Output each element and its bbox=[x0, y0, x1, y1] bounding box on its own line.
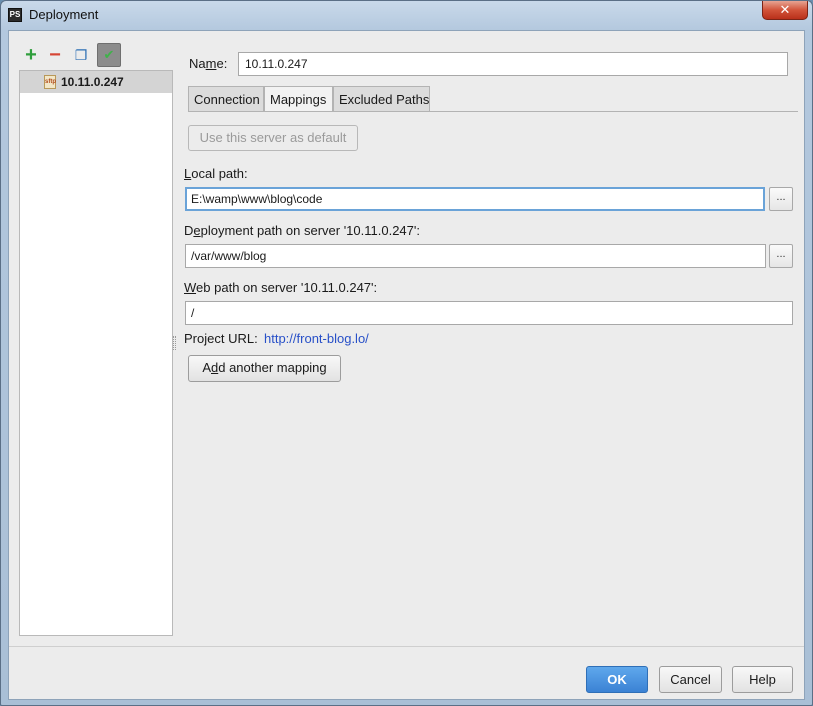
cancel-button[interactable]: Cancel bbox=[659, 666, 722, 693]
add-mapping-button[interactable]: Add another mapping bbox=[188, 355, 341, 382]
local-path-label: Local path: bbox=[184, 166, 248, 181]
local-path-browse-button[interactable]: ... bbox=[769, 187, 793, 211]
dialog-content: + − ❐ ✔ sftp 10.11.0.247 Name: 10.11.0.2… bbox=[8, 30, 805, 700]
web-path-label: Web path on server '10.11.0.247': bbox=[184, 280, 378, 295]
deployment-path-label: Deployment path on server '10.11.0.247': bbox=[184, 223, 420, 238]
copy-icon[interactable]: ❐ bbox=[71, 46, 91, 66]
sftp-icon: sftp bbox=[44, 75, 56, 89]
splitter-handle[interactable] bbox=[173, 336, 176, 350]
tab-connection[interactable]: Connection bbox=[188, 86, 264, 112]
use-as-default-button[interactable]: Use this server as default bbox=[188, 125, 358, 151]
project-url-link[interactable]: http://front-blog.lo/ bbox=[264, 331, 369, 346]
tab-excluded-paths[interactable]: Excluded Paths bbox=[333, 86, 430, 112]
web-path-input[interactable]: / bbox=[185, 301, 793, 325]
deployment-window: PS Deployment ✕ + − ❐ ✔ sftp 10.11.0.247… bbox=[0, 0, 813, 706]
tab-mappings[interactable]: Mappings bbox=[264, 86, 333, 112]
server-list: sftp 10.11.0.247 bbox=[19, 70, 173, 636]
project-url-label: Project URL: bbox=[184, 331, 258, 346]
title-bar[interactable]: PS Deployment ✕ bbox=[1, 1, 812, 30]
window-title: Deployment bbox=[29, 7, 99, 22]
tab-divider bbox=[188, 111, 798, 112]
close-button[interactable]: ✕ bbox=[762, 1, 808, 20]
local-path-input[interactable]: E:\wamp\www\blog\code bbox=[185, 187, 765, 211]
server-list-item[interactable]: sftp 10.11.0.247 bbox=[20, 71, 172, 93]
add-icon[interactable]: + bbox=[21, 45, 41, 66]
deployment-path-input[interactable]: /var/www/blog bbox=[185, 244, 766, 268]
use-as-default-icon[interactable]: ✔ bbox=[97, 43, 121, 67]
footer-divider bbox=[9, 646, 804, 647]
remove-icon[interactable]: − bbox=[45, 45, 65, 66]
ok-button[interactable]: OK bbox=[586, 666, 648, 693]
server-toolbar: + − ❐ ✔ bbox=[21, 43, 161, 69]
phpstorm-app-icon: PS bbox=[8, 8, 22, 22]
server-item-label: 10.11.0.247 bbox=[61, 75, 124, 89]
name-input[interactable]: 10.11.0.247 bbox=[238, 52, 788, 76]
deployment-path-browse-button[interactable]: ... bbox=[769, 244, 793, 268]
name-label: Name: bbox=[189, 56, 228, 71]
help-button[interactable]: Help bbox=[732, 666, 793, 693]
